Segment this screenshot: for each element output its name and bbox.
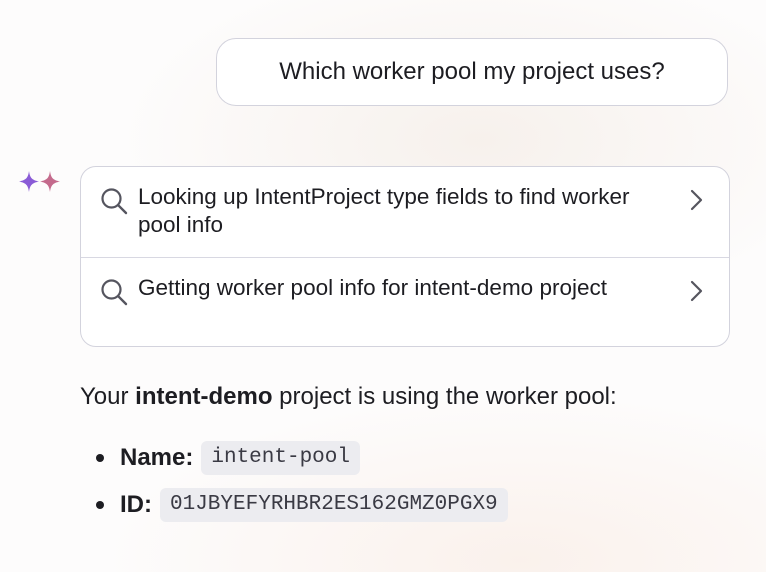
tool-call-label: Getting worker pool info for intent-demo… (138, 275, 607, 300)
answer-suffix: project is using the worker pool: (272, 383, 617, 410)
detail-item-name: Name: intent-pool (80, 434, 508, 481)
detail-label: ID: (120, 490, 152, 518)
tool-call-row-get-pool-info[interactable]: Getting worker pool info for intent-demo… (81, 257, 729, 346)
assistant-answer-text: Your intent-demo project is using the wo… (80, 381, 617, 413)
detail-label: Name: (120, 443, 194, 471)
worker-pool-details: Name: intent-pool ID: 01JBYEFYRHBR2ES162… (80, 434, 508, 528)
chevron-right-icon[interactable] (687, 278, 707, 304)
tool-call-row-lookup-fields[interactable]: Looking up IntentProject type fields to … (81, 167, 729, 257)
project-name: intent-demo (135, 383, 273, 410)
tool-call-label: Looking up IntentProject type fields to … (138, 184, 630, 237)
search-icon (101, 188, 128, 215)
tool-calls-card: Looking up IntentProject type fields to … (80, 166, 730, 347)
user-message-text: Which worker pool my project uses? (279, 58, 665, 85)
worker-pool-name: intent-pool (201, 440, 360, 475)
worker-pool-id: 01JBYEFYRHBR2ES162GMZ0PGX9 (160, 487, 508, 522)
user-message-bubble: Which worker pool my project uses? (216, 38, 728, 106)
answer-prefix: Your (80, 383, 136, 410)
detail-item-id: ID: 01JBYEFYRHBR2ES162GMZ0PGX9 (80, 481, 508, 528)
search-icon (101, 279, 128, 306)
chevron-right-icon[interactable] (687, 187, 707, 213)
sparkle-icon (19, 171, 60, 192)
